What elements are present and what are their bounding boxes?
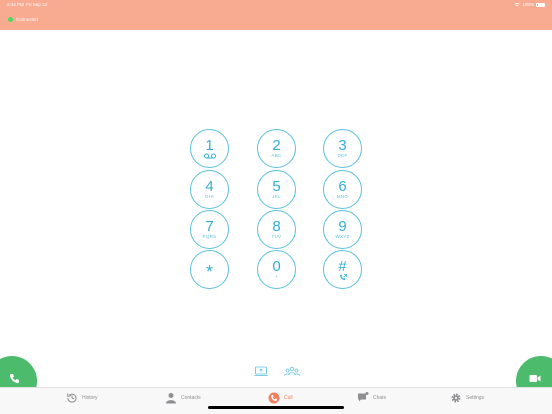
key-9[interactable]: 9 WXYZ [323, 210, 362, 249]
key-0[interactable]: 0 + [257, 250, 296, 289]
dialer-screen: 2:44 PM Fri Sep 13 100% Connected 1 2 AB… [0, 0, 552, 414]
key-letters: PQRS [202, 234, 217, 239]
key-letters: DEF [337, 153, 348, 158]
key-digit: 8 [272, 218, 281, 235]
key-letters: + [275, 274, 278, 279]
chats-icon [358, 392, 369, 402]
voicemail-icon [203, 153, 216, 160]
tab-label: Chats [373, 395, 387, 401]
home-indicator[interactable] [208, 406, 344, 409]
bottom-tab-bar: History Contacts Call Chats Settings [0, 387, 552, 414]
key-letters: TUV [271, 234, 282, 239]
key-star[interactable]: * [190, 250, 229, 289]
tab-history[interactable]: History [66, 392, 98, 404]
conference-icon[interactable] [284, 366, 300, 377]
key-digit: # [338, 257, 347, 275]
key-4[interactable]: 4 GHI [190, 170, 229, 209]
key-digit: * [205, 262, 213, 282]
gear-icon [451, 393, 461, 403]
key-letters: WXYZ [335, 234, 350, 239]
contacts-icon [166, 393, 176, 404]
dial-keypad: 1 2 ABC 3 DEF 4 GHI 5 JKL 6 MNO 7 PQRS 8… [0, 0, 552, 414]
call-icon [268, 392, 280, 404]
key-digit: 6 [338, 178, 347, 195]
key-7[interactable]: 7 PQRS [190, 210, 229, 249]
key-3[interactable]: 3 DEF [323, 129, 362, 168]
key-digit: 7 [205, 218, 214, 235]
key-digit: 1 [205, 136, 214, 154]
key-digit: 2 [272, 137, 281, 154]
tab-contacts[interactable]: Contacts [165, 392, 201, 404]
key-digit: 4 [205, 178, 214, 195]
key-letters: JKL [272, 194, 281, 199]
tab-chats[interactable]: Chats [357, 392, 386, 404]
key-digit: 3 [338, 137, 347, 154]
history-icon [67, 393, 77, 403]
tab-call[interactable]: Call [268, 392, 293, 404]
key-1[interactable]: 1 [190, 129, 229, 168]
phone-forward-icon [339, 273, 347, 281]
tab-settings[interactable]: Settings [450, 392, 484, 404]
key-5[interactable]: 5 JKL [257, 170, 296, 209]
key-hash[interactable]: # [323, 250, 362, 289]
key-digit: 9 [338, 218, 347, 235]
video-camera-icon [529, 375, 541, 382]
phone-icon [10, 374, 19, 383]
key-letters: MNO [336, 194, 349, 199]
screen-share-icon[interactable] [254, 366, 268, 377]
key-letters: ABC [271, 153, 282, 158]
key-digit: 5 [272, 178, 281, 195]
key-6[interactable]: 6 MNO [323, 170, 362, 209]
key-digit: 0 [272, 258, 281, 275]
key-letters: GHI [205, 194, 214, 199]
tab-label: History [82, 395, 98, 401]
tab-label: Contacts [181, 395, 201, 401]
key-2[interactable]: 2 ABC [257, 129, 296, 168]
key-8[interactable]: 8 TUV [257, 210, 296, 249]
tab-label: Call [284, 395, 293, 401]
dialer-extra-icons [254, 366, 300, 377]
tab-label: Settings [466, 395, 485, 401]
